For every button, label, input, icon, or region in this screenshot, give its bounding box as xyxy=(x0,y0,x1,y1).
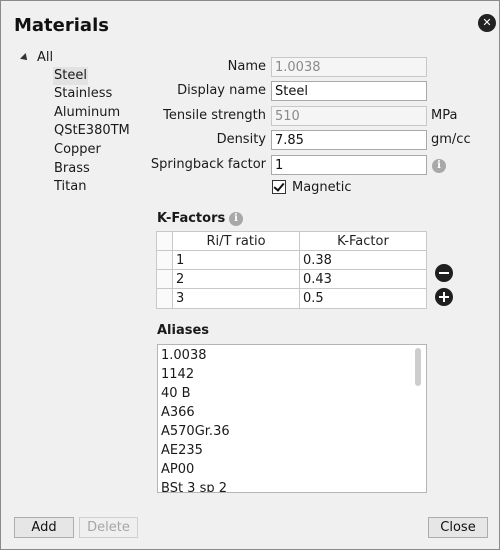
tensile-unit: MPa xyxy=(431,108,458,123)
density-label: Density xyxy=(216,132,266,147)
tree-root-all[interactable]: All xyxy=(19,49,149,67)
alias-item[interactable]: 40 B xyxy=(161,384,191,403)
kfactors-cell-kfactor[interactable]: 0.5 xyxy=(300,289,426,308)
kfactors-cell-ratio[interactable]: 1 xyxy=(173,251,300,270)
name-field[interactable] xyxy=(271,57,427,77)
row-grip[interactable] xyxy=(157,270,173,289)
aliases-list[interactable]: 1.0038 1142 40 B A366 A570Gr.36 AE235 AP… xyxy=(157,344,427,493)
materials-tree: All xyxy=(19,49,149,67)
tensile-strength-label: Tensile strength xyxy=(163,108,266,123)
table-header-grip xyxy=(157,232,173,251)
tree-item-qste380tm[interactable]: QStE380TM xyxy=(53,122,131,140)
kfactors-cell-kfactor[interactable]: 0.38 xyxy=(300,251,426,270)
info-icon[interactable]: i xyxy=(432,159,446,173)
magnetic-label: Magnetic xyxy=(292,180,352,195)
aliases-scrollbar[interactable] xyxy=(415,348,421,386)
tree-item-titan[interactable]: Titan xyxy=(53,178,87,196)
delete-button[interactable]: Delete xyxy=(79,517,138,538)
tensile-strength-field[interactable] xyxy=(271,106,427,126)
close-icon[interactable]: ✕ xyxy=(478,14,496,32)
kfactors-table: Ri/T ratio K-Factor 1 0.38 2 0.43 3 0.5 xyxy=(156,231,427,309)
row-grip[interactable] xyxy=(157,289,173,308)
tree-root-label: All xyxy=(37,50,54,65)
alias-item[interactable]: A570Gr.36 xyxy=(161,422,230,441)
name-label: Name xyxy=(227,59,266,74)
row-grip[interactable] xyxy=(157,251,173,270)
close-button[interactable]: Close xyxy=(428,517,488,538)
info-icon[interactable]: i xyxy=(229,212,243,226)
tree-item-stainless[interactable]: Stainless xyxy=(53,85,113,103)
remove-row-button[interactable] xyxy=(435,264,453,282)
tree-expand-icon[interactable] xyxy=(20,53,30,63)
minus-circle-icon xyxy=(439,272,449,274)
alias-item[interactable]: AP00 xyxy=(161,460,194,479)
alias-item[interactable]: A366 xyxy=(161,403,195,422)
materials-dialog: Materials ✕ All Steel Stainless Aluminum… xyxy=(0,0,500,550)
alias-item[interactable]: AE235 xyxy=(161,441,203,460)
alias-item[interactable]: 1142 xyxy=(161,365,194,384)
springback-label: Springback factor xyxy=(150,157,266,172)
density-field[interactable] xyxy=(271,130,427,150)
add-row-button[interactable] xyxy=(435,288,453,306)
magnetic-checkbox[interactable] xyxy=(272,180,286,194)
kfactors-cell-ratio[interactable]: 2 xyxy=(173,270,300,289)
tree-item-steel[interactable]: Steel xyxy=(53,67,88,85)
add-button[interactable]: Add xyxy=(14,517,74,538)
tree-item-brass[interactable]: Brass xyxy=(53,160,91,178)
springback-field[interactable] xyxy=(271,155,427,175)
kfactors-header-ratio[interactable]: Ri/T ratio xyxy=(173,232,300,251)
kfactors-cell-ratio[interactable]: 3 xyxy=(173,289,300,308)
dialog-title: Materials xyxy=(14,15,109,36)
kfactors-title: K-Factors xyxy=(157,211,226,226)
display-name-field[interactable] xyxy=(271,81,427,101)
density-unit: gm/cc xyxy=(431,132,471,147)
alias-item[interactable]: 1.0038 xyxy=(161,346,207,365)
kfactors-header-kfactor[interactable]: K-Factor xyxy=(300,232,426,251)
display-name-label: Display name xyxy=(177,83,266,98)
alias-item[interactable]: BSt 3 sp 2 xyxy=(161,479,227,492)
aliases-title: Aliases xyxy=(157,323,210,338)
tree-item-copper[interactable]: Copper xyxy=(53,141,102,159)
tree-item-aluminum[interactable]: Aluminum xyxy=(53,104,121,122)
kfactors-cell-kfactor[interactable]: 0.43 xyxy=(300,270,426,289)
